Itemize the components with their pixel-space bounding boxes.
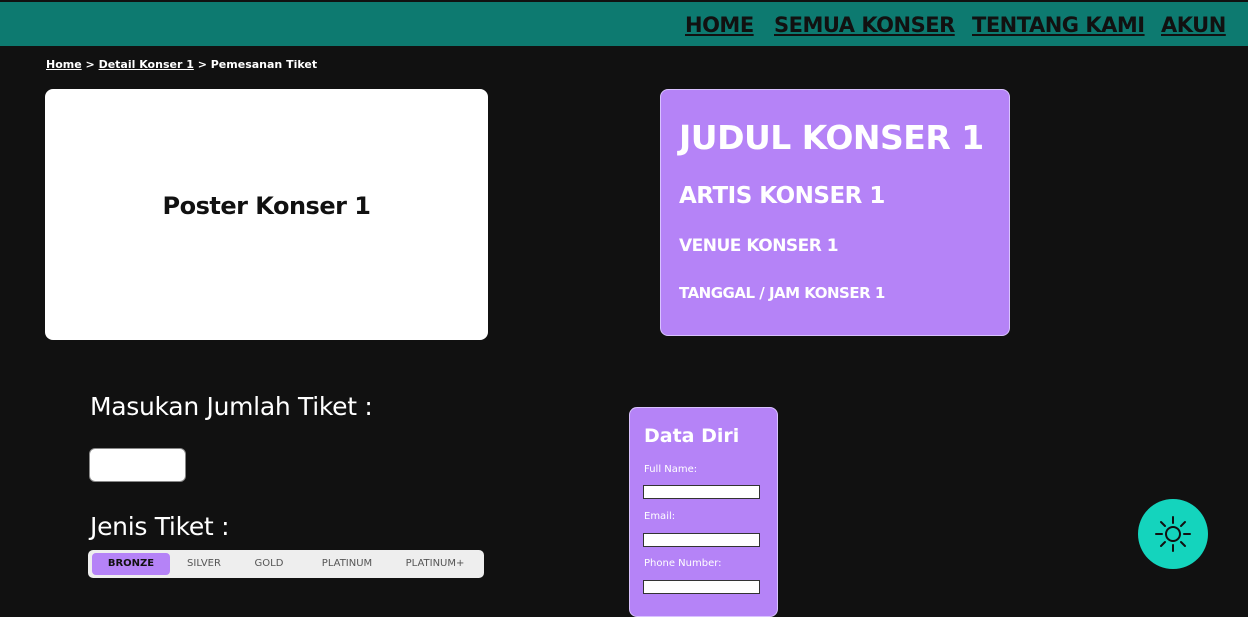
poster-label: Poster Konser 1 <box>162 191 371 220</box>
email-field[interactable] <box>643 533 760 547</box>
tier-platinum-button[interactable]: PLATINUM <box>308 553 386 575</box>
concert-poster: Poster Konser 1 <box>45 89 488 340</box>
breadcrumb-current: Pemesanan Tiket <box>210 58 318 71</box>
nav-akun-link[interactable]: AKUN <box>1161 13 1226 37</box>
breadcrumb-home-link[interactable]: Home <box>46 58 82 71</box>
ticket-type-selector: BRONZE SILVER GOLD PLATINUM PLATINUM+ <box>88 550 484 578</box>
nav-home-link[interactable]: HOME <box>685 13 754 37</box>
tier-gold-button[interactable]: GOLD <box>242 553 296 575</box>
quantity-label: Masukan Jumlah Tiket : <box>90 392 373 421</box>
breadcrumb-detail-link[interactable]: Detail Konser 1 <box>99 58 194 71</box>
phone-number-label: Phone Number: <box>644 558 722 569</box>
tier-silver-button[interactable]: SILVER <box>176 553 232 575</box>
concert-artist: ARTIS KONSER 1 <box>679 183 885 209</box>
top-navbar: HOME SEMUA KONSER TENTANG KAMI AKUN <box>0 2 1248 46</box>
tier-platinum-plus-button[interactable]: PLATINUM+ <box>394 553 476 575</box>
form-title: Data Diri <box>644 425 740 447</box>
personal-data-form: Data Diri Full Name: Email: Phone Number… <box>629 407 778 617</box>
nav-tentang-kami-link[interactable]: TENTANG KAMI <box>972 13 1145 37</box>
concert-venue: VENUE KONSER 1 <box>679 236 839 256</box>
tier-bronze-button[interactable]: BRONZE <box>92 553 170 575</box>
email-label: Email: <box>644 511 676 522</box>
breadcrumb-separator: > <box>81 58 99 71</box>
breadcrumb-separator: > <box>193 58 211 71</box>
quantity-input[interactable] <box>89 448 186 482</box>
concert-info-card: JUDUL KONSER 1 ARTIS KONSER 1 VENUE KONS… <box>660 89 1010 336</box>
ticket-type-label: Jenis Tiket : <box>90 512 230 541</box>
phone-number-field[interactable] <box>643 580 760 594</box>
sun-icon <box>1155 516 1191 552</box>
full-name-label: Full Name: <box>644 464 698 475</box>
concert-title: JUDUL KONSER 1 <box>679 118 984 157</box>
concert-datetime: TANGGAL / JAM KONSER 1 <box>679 284 885 302</box>
nav-semua-konser-link[interactable]: SEMUA KONSER <box>774 13 955 37</box>
full-name-field[interactable] <box>643 485 760 499</box>
breadcrumb: Home > Detail Konser 1 > Pemesanan Tiket <box>46 58 317 71</box>
theme-toggle-button[interactable] <box>1138 499 1208 569</box>
